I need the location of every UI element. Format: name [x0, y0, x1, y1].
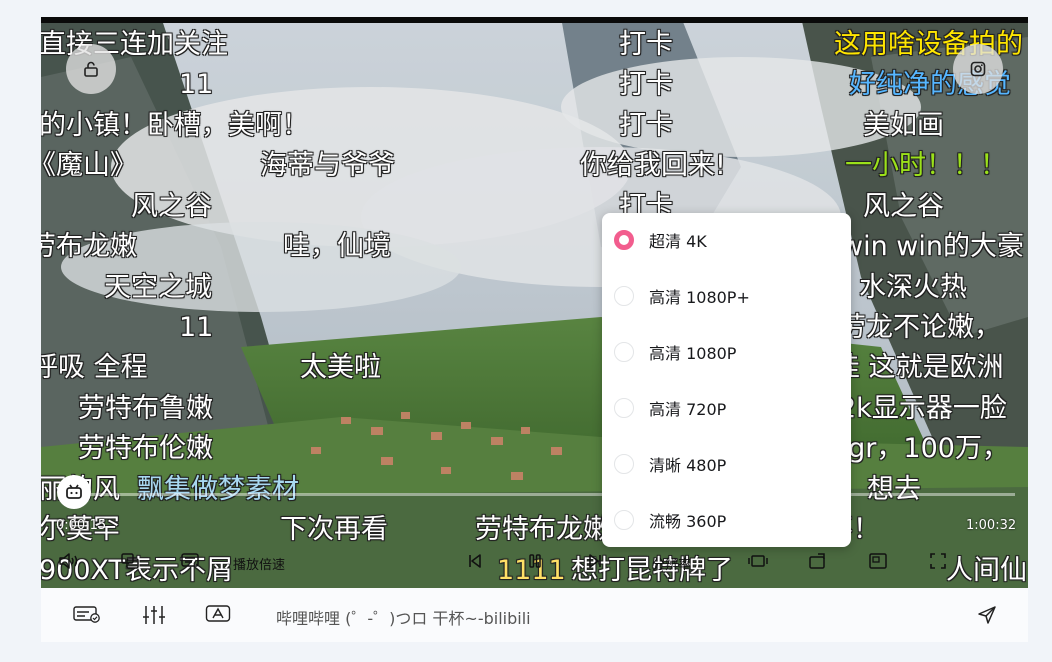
- danmaku-comment: 《魔山》: [41, 150, 137, 181]
- resolution-button[interactable]: 分辨率: [652, 554, 691, 573]
- danmaku-comment: 风之谷: [131, 191, 212, 222]
- danmaku-comment: 打卡: [619, 110, 673, 141]
- send-button[interactable]: [976, 604, 998, 626]
- quality-menu: 超清 4K 高清 1080P+ 高清 1080P 高清 720P 清晰 480P…: [602, 213, 851, 547]
- danmaku-toggle-button[interactable]: [179, 551, 201, 571]
- danmaku-comment: win win的大豪: [841, 231, 1024, 262]
- camera-icon: [970, 61, 986, 77]
- progress-fill: [85, 493, 89, 496]
- total-time: 1:00:32: [966, 518, 1017, 533]
- danmaku-input-bar: 哔哩哔哩 (゜-゜)つロ 干杯~-bilibili: [41, 588, 1028, 642]
- video-player[interactable]: 直接三连加关注 11 的小镇！卧槽，美啊！ 《魔山》 风之谷 劳布龙嫩 天空之城…: [41, 17, 1028, 588]
- bilibili-tv-icon: [66, 484, 82, 499]
- danmaku-settings-icon: [73, 606, 100, 623]
- danmaku-comment: 飘集做梦素材: [137, 474, 299, 505]
- sliders-icon: [143, 606, 165, 624]
- screenshot-button[interactable]: [953, 44, 1003, 94]
- send-icon: [978, 606, 996, 624]
- danmaku-comment: 打卡: [619, 69, 673, 100]
- danmaku-comment: zgr，100万，: [834, 433, 1009, 464]
- playback-speed-button[interactable]: 播放倍速: [233, 554, 285, 573]
- fullscreen-icon: [930, 553, 946, 569]
- danmaku-comment: 天空之城: [104, 272, 212, 303]
- volume-icon: [59, 553, 78, 569]
- current-time: 0:00:15: [56, 518, 107, 533]
- next-button[interactable]: [584, 551, 606, 571]
- radio-unselected-icon: [614, 286, 634, 306]
- danmaku-icon: [181, 553, 199, 567]
- quality-option-480p[interactable]: 清晰 480P: [602, 444, 851, 484]
- pause-button[interactable]: [524, 551, 546, 571]
- danmaku-comment: 想去: [867, 474, 921, 505]
- lock-icon: [84, 61, 98, 77]
- rotate-icon: [809, 553, 825, 569]
- quality-option-label: 高清 1080P+: [649, 288, 750, 307]
- danmaku-comment: 劳特布伦嫩: [78, 433, 213, 464]
- progress-bar[interactable]: [85, 493, 1015, 496]
- danmaku-comment: 劳特布鲁嫩: [78, 393, 213, 424]
- radio-unselected-icon: [614, 342, 634, 362]
- radio-unselected-icon: [614, 398, 634, 418]
- quality-option-1080p-plus[interactable]: 高清 1080P+: [602, 276, 851, 316]
- danmaku-comment: 打卡: [619, 29, 673, 60]
- danmaku-comment: 人间仙: [946, 555, 1027, 586]
- wide-mode-icon: [748, 555, 768, 567]
- bilibili-tv-button[interactable]: [57, 475, 91, 509]
- pause-icon: [529, 554, 541, 568]
- skip-next-icon: [589, 554, 601, 568]
- danmaku-comment: 劳龙不论嫩，: [839, 312, 1001, 343]
- danmaku-comment: 11: [179, 312, 214, 343]
- quality-option-4k[interactable]: 超清 4K: [602, 220, 851, 260]
- danmaku-comment: 的小镇！卧槽，美啊！: [41, 110, 309, 141]
- wide-mode-button[interactable]: [747, 551, 769, 571]
- danmaku-comment: 太美啦: [300, 352, 381, 383]
- text-style-icon: [205, 605, 231, 622]
- radio-unselected-icon: [614, 510, 634, 530]
- danmaku-settings-button[interactable]: [73, 604, 101, 624]
- pip-button[interactable]: [119, 551, 141, 571]
- danmaku-comment: 下次再看: [280, 514, 388, 545]
- danmaku-comment: 你给我回来!: [580, 150, 726, 181]
- danmaku-comment: 呼吸 全程: [41, 352, 148, 383]
- danmaku-comment: 劳布龙嫩: [41, 231, 137, 262]
- mini-player-icon: [869, 553, 887, 569]
- danmaku-comment: 哇，仙境: [283, 231, 391, 262]
- quality-option-label: 清晰 480P: [649, 456, 727, 475]
- quality-option-label: 高清 720P: [649, 400, 727, 419]
- radio-unselected-icon: [614, 454, 634, 474]
- danmaku-comment: 11: [179, 69, 214, 100]
- player-top-edge: [41, 17, 1028, 23]
- fullscreen-button[interactable]: [927, 551, 949, 571]
- quality-option-720p[interactable]: 高清 720P: [602, 388, 851, 428]
- danmaku-comment: 风之谷: [863, 191, 944, 222]
- mini-player-button[interactable]: [867, 551, 889, 571]
- volume-button[interactable]: [58, 551, 80, 571]
- filter-settings-button[interactable]: [141, 604, 167, 626]
- quality-option-label: 高清 1080P: [649, 344, 737, 363]
- quality-option-label: 超清 4K: [649, 232, 707, 251]
- danmaku-comment: 哇 这就是欧洲: [833, 352, 1004, 383]
- danmaku-comment: 海蒂与爷爷: [260, 150, 395, 181]
- quality-option-1080p[interactable]: 高清 1080P: [602, 332, 851, 372]
- quality-option-label: 流畅 360P: [649, 512, 727, 531]
- danmaku-comment: 2k显示器一脸: [839, 393, 1007, 424]
- skip-previous-icon: [469, 554, 481, 568]
- pip-icon: [121, 553, 139, 569]
- previous-button[interactable]: [464, 551, 486, 571]
- lock-button[interactable]: [66, 44, 116, 94]
- danmaku-input[interactable]: 哔哩哔哩 (゜-゜)つロ 干杯~-bilibili: [276, 605, 531, 629]
- danmaku-comment: 一小时！！！: [845, 150, 1007, 181]
- rotate-button[interactable]: [807, 551, 829, 571]
- danmaku-comment: 水深火热: [859, 272, 967, 303]
- danmaku-comment: 美如画: [863, 110, 944, 141]
- text-style-button[interactable]: [205, 604, 231, 624]
- danmaku-comment: 直接三连加关注: [41, 29, 228, 60]
- quality-option-360p[interactable]: 流畅 360P: [602, 500, 851, 540]
- radio-selected-icon: [614, 230, 634, 250]
